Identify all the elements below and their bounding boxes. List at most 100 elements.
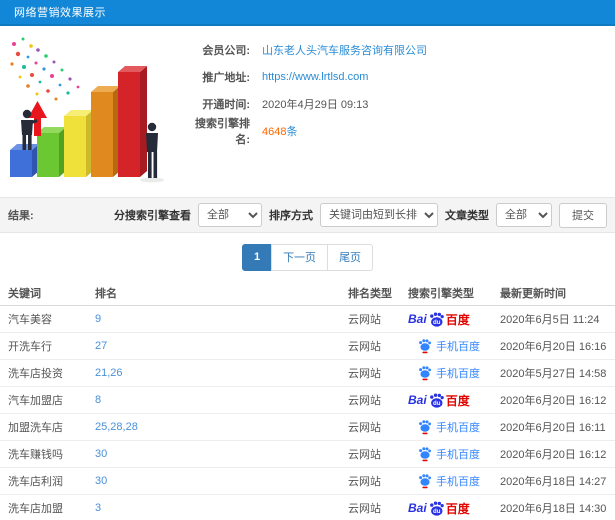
keyword-cell: 洗车赚钱吗 xyxy=(8,449,63,461)
next-page-button[interactable]: 下一页 xyxy=(271,243,329,271)
engine-filter-select[interactable]: 全部 xyxy=(198,203,262,227)
table-row: 洗车店利润 30 云网站 Bai du 百度 xyxy=(0,468,615,495)
baidu-logo-cn-text: 百度 xyxy=(445,393,470,408)
table-row: 洗车店投资 21,26 云网站 Bai du 百度 xyxy=(0,360,615,387)
baidu-logo-bai-text: Bai xyxy=(408,393,427,407)
rank-cell[interactable]: 9 xyxy=(95,313,348,325)
last-page-button[interactable]: 尾页 xyxy=(327,243,374,271)
update-time-cell: 2020年6月20日 16:12 xyxy=(500,395,607,407)
engine-cell: Bai du 百度 手机百度 xyxy=(408,392,500,409)
baidu-logo-cn-text: 百度 xyxy=(445,312,470,327)
filter-bar: 结果: 分搜索引擎查看 全部 排序方式 关键词由短到长排序 文章类型 全部 提交 xyxy=(0,197,615,233)
mobile-baidu-label: 手机百度 xyxy=(436,422,480,434)
keyword-cell: 开洗车行 xyxy=(8,341,52,353)
article-type-select[interactable]: 全部 xyxy=(496,203,552,227)
engine-cell: Bai du 百度 手机百度 xyxy=(408,311,500,328)
rank-cell[interactable]: 30 xyxy=(95,448,348,460)
baidu-logo: Bai du 百度 xyxy=(408,500,470,517)
rank-type-cell: 云网站 xyxy=(348,314,381,326)
keyword-cell: 洗车店投资 xyxy=(8,368,63,380)
svg-text:du: du xyxy=(433,508,441,515)
update-time-cell: 2020年6月18日 14:27 xyxy=(500,476,607,488)
baidu-paw-icon: du xyxy=(429,312,444,327)
bar-chart-illustration xyxy=(10,37,164,183)
table-header-row: 关键词 排名 排名类型 搜索引擎类型 最新更新时间 xyxy=(0,281,615,306)
engine-filter-label: 分搜索引擎查看 xyxy=(114,210,191,222)
mobile-baidu-label: 手机百度 xyxy=(436,341,480,353)
promo-url-link[interactable]: https://www.lrtlsd.com xyxy=(262,71,368,83)
rank-cell[interactable]: 30 xyxy=(95,475,348,487)
bar-green xyxy=(37,127,66,177)
header-engine-type: 搜索引擎类型 xyxy=(408,288,474,300)
engine-rank-value: 4648条 xyxy=(262,123,297,139)
baidu-logo-bai-text: Bai xyxy=(408,501,427,515)
pagination-area: 1 下一页 尾页 xyxy=(0,233,615,281)
page-button-1[interactable]: 1 xyxy=(241,243,273,271)
bar-red xyxy=(118,66,147,177)
update-time-cell: 2020年6月20日 16:12 xyxy=(500,449,607,461)
company-label: 会员公司: xyxy=(202,44,250,57)
engine-cell: Bai du 百度 手机百度 xyxy=(408,500,500,517)
engine-cell: Bai du 百度 手机百度 xyxy=(408,365,500,381)
keyword-cell: 洗车店利润 xyxy=(8,476,63,488)
rank-cell[interactable]: 8 xyxy=(95,394,348,406)
rank-cell[interactable]: 27 xyxy=(95,340,348,352)
engine-cell: Bai du 百度 手机百度 xyxy=(408,446,500,462)
keyword-cell: 汽车美容 xyxy=(8,314,52,326)
keyword-cell: 加盟洗车店 xyxy=(8,422,63,434)
businessman-right xyxy=(146,122,158,178)
sort-select[interactable]: 关键词由短到长排序 xyxy=(320,203,438,227)
app-header: 网络营销效果展示 xyxy=(0,0,615,26)
mobile-baidu-badge: 手机百度 xyxy=(408,473,480,489)
mobile-baidu-paw-icon xyxy=(419,366,431,381)
baidu-paw-icon: du xyxy=(429,393,444,408)
baidu-logo: Bai du 百度 xyxy=(408,392,470,409)
mobile-baidu-badge: 手机百度 xyxy=(408,446,480,462)
engine-rank-label: 搜索引擎排名: xyxy=(195,117,250,146)
header-rank: 排名 xyxy=(95,288,117,300)
mobile-baidu-paw-icon xyxy=(419,339,431,354)
pagination: 1 下一页 尾页 xyxy=(241,243,374,271)
mobile-baidu-badge: 手机百度 xyxy=(408,419,480,435)
rank-type-cell: 云网站 xyxy=(348,422,381,434)
mobile-baidu-paw-icon xyxy=(419,447,431,462)
mobile-baidu-badge: 手机百度 xyxy=(408,365,480,381)
baidu-logo-cn-text: 百度 xyxy=(445,501,470,516)
table-row: 洗车店加盟 3 云网站 Bai du 百度 2020年6月18日 14:30 xyxy=(0,495,615,520)
table-row: 加盟洗车店 25,28,28 云网站 Bai du 百度 xyxy=(0,414,615,441)
svg-text:du: du xyxy=(433,319,441,326)
table-row: 开洗车行 27 云网站 Bai du 百度 xyxy=(0,333,615,360)
baidu-paw-icon: du xyxy=(429,501,444,516)
baidu-logo: Bai du 百度 xyxy=(408,311,470,328)
rank-unit: 条 xyxy=(286,125,298,138)
open-time-label: 开通时间: xyxy=(202,98,250,111)
engine-cell: Bai du 百度 手机百度 xyxy=(408,338,500,354)
engine-cell: Bai du 百度 手机百度 xyxy=(408,473,500,489)
update-time-cell: 2020年6月20日 16:16 xyxy=(500,341,607,353)
rank-cell[interactable]: 3 xyxy=(95,502,348,514)
rank-type-cell: 云网站 xyxy=(348,476,381,488)
update-time-cell: 2020年6月18日 14:30 xyxy=(500,503,607,515)
update-time-cell: 2020年5月27日 14:58 xyxy=(500,368,607,380)
rank-type-cell: 云网站 xyxy=(348,341,381,353)
open-time-value: 2020年4月29日 09:13 xyxy=(262,98,369,111)
rank-cell[interactable]: 21,26 xyxy=(95,367,348,379)
header-rank-type: 排名类型 xyxy=(348,288,392,300)
rank-type-cell: 云网站 xyxy=(348,449,381,461)
rank-type-cell: 云网站 xyxy=(348,503,381,515)
mobile-baidu-label: 手机百度 xyxy=(436,449,480,461)
mobile-baidu-paw-icon xyxy=(419,420,431,435)
sort-label: 排序方式 xyxy=(269,210,313,222)
rank-cell[interactable]: 25,28,28 xyxy=(95,421,348,433)
keyword-cell: 洗车店加盟 xyxy=(8,503,63,515)
account-info-section: 会员公司: 山东老人头汽车服务咨询有限公司 推广地址: https://www.… xyxy=(0,26,615,197)
mobile-baidu-badge: 手机百度 xyxy=(408,338,480,354)
result-label: 结果: xyxy=(8,210,34,222)
rank-count: 4648 xyxy=(262,125,287,138)
submit-button[interactable]: 提交 xyxy=(559,202,607,228)
update-time-cell: 2020年6月20日 16:11 xyxy=(500,422,606,434)
mobile-baidu-paw-icon xyxy=(419,474,431,489)
mobile-baidu-label: 手机百度 xyxy=(436,476,480,488)
article-type-label: 文章类型 xyxy=(445,210,489,222)
company-link[interactable]: 山东老人头汽车服务咨询有限公司 xyxy=(262,42,427,58)
